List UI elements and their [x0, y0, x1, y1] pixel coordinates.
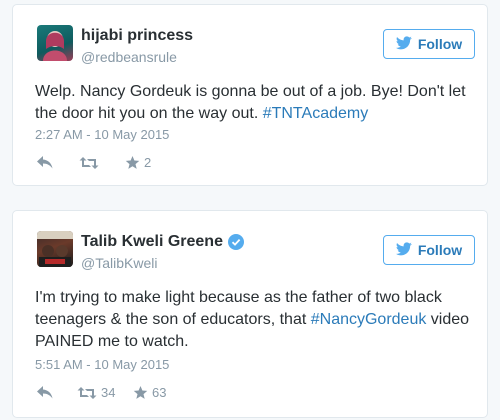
reply-button[interactable] — [37, 386, 77, 399]
reply-icon — [37, 156, 53, 169]
display-name-text: Talib Kweli Greene — [81, 233, 223, 250]
hashtag-link[interactable]: #NancyGordeuk — [311, 311, 427, 328]
favorite-button[interactable]: 63 — [133, 385, 166, 400]
retweet-count: 34 — [101, 385, 116, 400]
avatar-illustration — [43, 31, 67, 61]
follow-label: Follow — [417, 242, 463, 258]
follow-button[interactable]: Follow — [383, 29, 475, 59]
avatar[interactable] — [37, 25, 73, 61]
favorite-button[interactable]: 2 — [125, 155, 151, 170]
reply-button[interactable] — [37, 156, 79, 169]
tweet-timestamp[interactable]: 2:27 AM - 10 May 2015 — [35, 127, 169, 142]
retweet-icon — [77, 386, 97, 400]
favorite-count: 2 — [144, 155, 152, 170]
retweet-button[interactable] — [79, 156, 125, 170]
user-handle[interactable]: @TalibKweli — [81, 255, 157, 271]
tweet-text: Welp. Nancy Gordeuk is gonna be out of a… — [35, 81, 473, 125]
tweet-card: Talib Kweli Greene @TalibKweli Follow I'… — [12, 210, 488, 418]
twitter-bird-icon — [395, 35, 412, 53]
tweet-text-body: Welp. Nancy Gordeuk is gonna be out of a… — [35, 83, 466, 122]
display-name[interactable]: Talib Kweli Greene — [81, 233, 244, 251]
tweet-timestamp[interactable]: 5:51 AM - 10 May 2015 — [35, 357, 169, 372]
tweet-actions: 2 — [37, 155, 151, 170]
hashtag-link[interactable]: #TNTAcademy — [263, 105, 369, 122]
retweet-button[interactable]: 34 — [77, 385, 133, 400]
user-handle[interactable]: @redbeansrule — [81, 49, 177, 65]
tweet-actions: 34 63 — [37, 385, 166, 400]
tweet-card: hijabi princess @redbeansrule Follow Wel… — [12, 4, 488, 186]
star-icon — [125, 155, 140, 170]
follow-label: Follow — [417, 36, 463, 52]
twitter-bird-icon — [395, 241, 412, 259]
display-name-text: hijabi princess — [81, 27, 194, 44]
verified-badge-icon — [227, 234, 244, 250]
display-name[interactable]: hijabi princess — [81, 27, 193, 45]
star-icon — [133, 385, 148, 400]
avatar[interactable] — [37, 231, 73, 267]
follow-button[interactable]: Follow — [383, 235, 475, 265]
favorite-count: 63 — [152, 385, 167, 400]
avatar-illustration — [37, 231, 73, 267]
retweet-icon — [79, 156, 99, 170]
tweet-text: I'm trying to make light because as the … — [35, 287, 473, 353]
reply-icon — [37, 386, 53, 399]
